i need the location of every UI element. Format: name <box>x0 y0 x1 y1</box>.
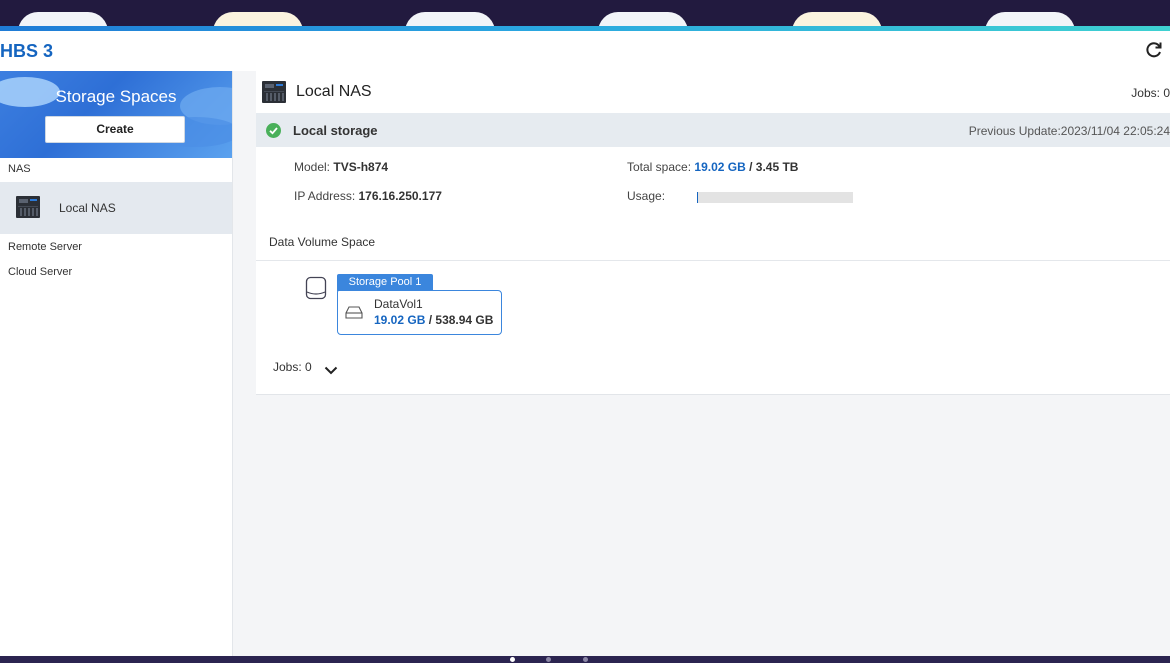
previous-update-timestamp: Previous Update:2023/11/04 22:05:24 <box>968 124 1170 138</box>
divider <box>256 260 1170 261</box>
storage-pool-tag[interactable]: Storage Pool 1 <box>337 274 433 291</box>
model-label: Model: <box>294 160 331 174</box>
total-space-sep: / <box>745 160 756 174</box>
decor-bubble <box>18 12 108 26</box>
storage-spaces-banner: Storage Spaces Create <box>0 71 232 158</box>
nas-device-icon <box>262 81 286 108</box>
ip-value: 176.16.250.177 <box>358 189 442 203</box>
banner-title: Storage Spaces <box>55 87 177 106</box>
decor-bubble <box>985 12 1075 26</box>
total-space-total: 3.45 TB <box>755 160 799 174</box>
volume-usage: 19.02 GB / 538.94 GB <box>374 313 493 327</box>
local-storage-title: Local storage <box>293 123 378 138</box>
panel-header: Local NAS Jobs: 0 <box>256 71 1170 113</box>
create-button[interactable]: Create <box>45 116 185 143</box>
app-window: HBS 3 Storage Spaces Create NAS Local NA… <box>0 31 1170 656</box>
local-storage-header: Local storage Previous Update:2023/11/04… <box>256 113 1170 147</box>
storage-pool-icon <box>305 276 327 305</box>
data-volume-space-label: Data Volume Space <box>269 235 376 249</box>
chevron-down-icon <box>324 366 338 375</box>
app-header: HBS 3 <box>0 31 1170 71</box>
jobs-summary: Jobs: 0 <box>273 360 312 374</box>
main-content: Local NAS Jobs: 0 Local storage Previous… <box>233 71 1170 656</box>
model-value: TVS-h874 <box>333 160 389 174</box>
page-dot[interactable] <box>510 657 515 662</box>
sidebar-item-remote-server[interactable]: Remote Server <box>8 241 240 253</box>
sidebar: Storage Spaces Create NAS Local NAS Remo… <box>0 71 233 656</box>
local-nas-panel: Local NAS Jobs: 0 Local storage Previous… <box>256 71 1170 395</box>
volume-total: 538.94 GB <box>435 313 494 327</box>
decor-bubble <box>405 12 495 26</box>
ip-info: IP Address: 176.16.250.177 <box>294 189 442 203</box>
total-space-info: Total space: 19.02 GB / 3.45 TB <box>627 160 798 174</box>
decor-bubble <box>792 12 882 26</box>
page-title: Local NAS <box>296 83 372 100</box>
decor-bubble <box>213 12 303 26</box>
usage-bar <box>697 192 853 203</box>
sidebar-item-local-nas[interactable]: Local NAS <box>0 182 232 234</box>
expand-jobs-button[interactable] <box>324 362 338 380</box>
sidebar-item-cloud-server[interactable]: Cloud Server <box>8 266 240 278</box>
app-title: HBS 3 <box>0 41 54 61</box>
ip-label: IP Address: <box>294 189 356 203</box>
nas-device-icon <box>16 196 40 221</box>
page-dot[interactable] <box>546 657 551 662</box>
refresh-icon <box>1146 42 1162 58</box>
decor-bubble <box>598 12 688 26</box>
model-info: Model: TVS-h874 <box>294 160 388 174</box>
usage-bar-fill <box>697 192 698 203</box>
jobs-count: Jobs: 0 <box>1131 86 1170 100</box>
page-dot[interactable] <box>583 657 588 662</box>
refresh-button[interactable] <box>1144 40 1164 60</box>
disk-icon <box>345 306 363 324</box>
sidebar-item-label: Local NAS <box>59 201 116 215</box>
total-space-used: 19.02 GB <box>694 160 746 174</box>
volume-used: 19.02 GB <box>374 313 426 327</box>
total-space-label: Total space: <box>627 160 692 174</box>
volume-card[interactable]: DataVol1 19.02 GB / 538.94 GB <box>337 290 502 335</box>
volume-sep: / <box>425 313 436 327</box>
usage-label: Usage: <box>627 189 666 203</box>
top-decor-strip <box>0 0 1170 26</box>
check-circle-icon <box>266 123 281 138</box>
volume-name: DataVol1 <box>374 297 423 311</box>
nas-section-label: NAS <box>8 163 31 175</box>
